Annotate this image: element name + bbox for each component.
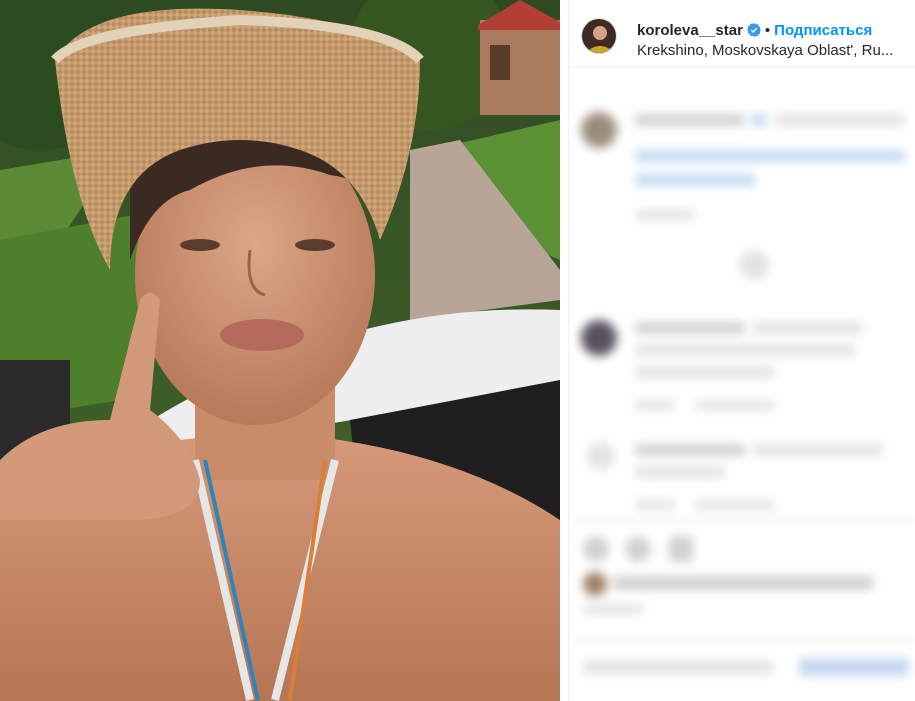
location-link[interactable]: Krekshino, Moskovskaya Oblast', Ru...	[637, 42, 915, 60]
header-title-row: koroleva__star • Подписаться	[637, 22, 872, 40]
verified-badge-icon	[746, 23, 761, 37]
username-link[interactable]: koroleva__star	[637, 22, 743, 39]
follow-button[interactable]: Подписаться	[774, 22, 872, 39]
post-media[interactable]	[0, 0, 560, 701]
post-header: koroleva__star • Подписаться Krekshino, Mo…	[569, 0, 915, 68]
comments-section-blurred	[569, 70, 915, 701]
post-sidebar: koroleva__star • Подписаться Krekshino, Mo…	[568, 0, 915, 701]
separator-dot: •	[764, 22, 771, 39]
avatar[interactable]	[581, 18, 617, 54]
video-frame-image	[0, 0, 560, 701]
